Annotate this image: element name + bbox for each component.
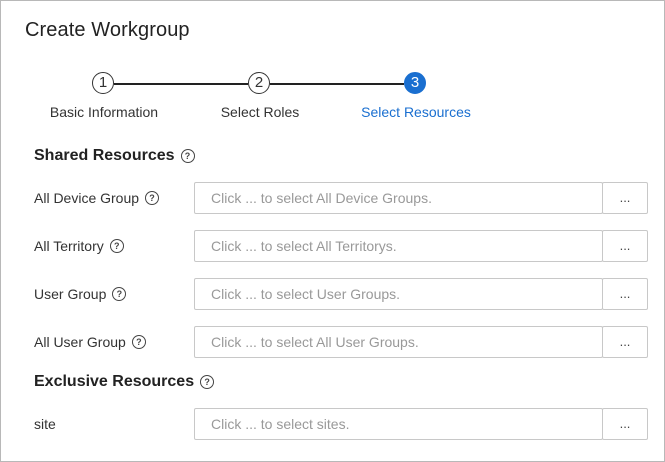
all-device-group-input[interactable]: [194, 182, 603, 214]
row-label-text: site: [34, 416, 56, 432]
site-select-button[interactable]: ...: [602, 408, 648, 440]
step-2-label[interactable]: Select Roles: [221, 104, 300, 120]
step-3-label[interactable]: Select Resources: [361, 104, 471, 120]
step-connector: [114, 83, 248, 85]
question-circle-icon[interactable]: ?: [200, 375, 215, 389]
row-label-text: All User Group: [34, 334, 126, 350]
exclusive-resources-title: Exclusive Resources: [34, 373, 195, 390]
shared-resources-title: Shared Resources: [34, 147, 175, 164]
question-circle-icon[interactable]: ?: [112, 287, 127, 301]
user-group-input[interactable]: [194, 278, 603, 310]
row-label-text: User Group: [34, 286, 107, 302]
site-input[interactable]: [194, 408, 603, 440]
all-territory-select-button[interactable]: ...: [602, 230, 648, 262]
all-device-group-label: All Device Group ?: [34, 190, 160, 206]
row-label-text: All Device Group: [34, 190, 140, 206]
question-circle-icon[interactable]: ?: [109, 239, 124, 253]
user-group-select-button[interactable]: ...: [602, 278, 648, 310]
step-1-label[interactable]: Basic Information: [50, 104, 158, 120]
all-device-group-select-button[interactable]: ...: [602, 182, 648, 214]
step-2-indicator[interactable]: 2: [248, 72, 270, 94]
shared-resources-heading: Shared Resources ?: [34, 147, 195, 165]
question-circle-icon[interactable]: ?: [131, 335, 146, 349]
step-connector: [270, 83, 404, 85]
all-territory-input[interactable]: [194, 230, 603, 262]
step-3-indicator[interactable]: 3: [404, 72, 426, 94]
question-circle-icon[interactable]: ?: [180, 149, 195, 163]
all-user-group-input[interactable]: [194, 326, 603, 358]
create-workgroup-dialog: Create Workgroup 1 2 3 Basic Information…: [0, 0, 665, 462]
step-1-indicator[interactable]: 1: [92, 72, 114, 94]
all-user-group-label: All User Group ?: [34, 334, 146, 350]
site-label: site: [34, 416, 56, 432]
all-territory-label: All Territory ?: [34, 238, 124, 254]
all-user-group-select-button[interactable]: ...: [602, 326, 648, 358]
question-circle-icon[interactable]: ?: [145, 191, 160, 205]
user-group-label: User Group ?: [34, 286, 127, 302]
exclusive-resources-heading: Exclusive Resources ?: [34, 373, 215, 391]
row-label-text: All Territory: [34, 238, 104, 254]
stepper: 1 2 3 Basic Information Select Roles Sel…: [1, 1, 664, 131]
